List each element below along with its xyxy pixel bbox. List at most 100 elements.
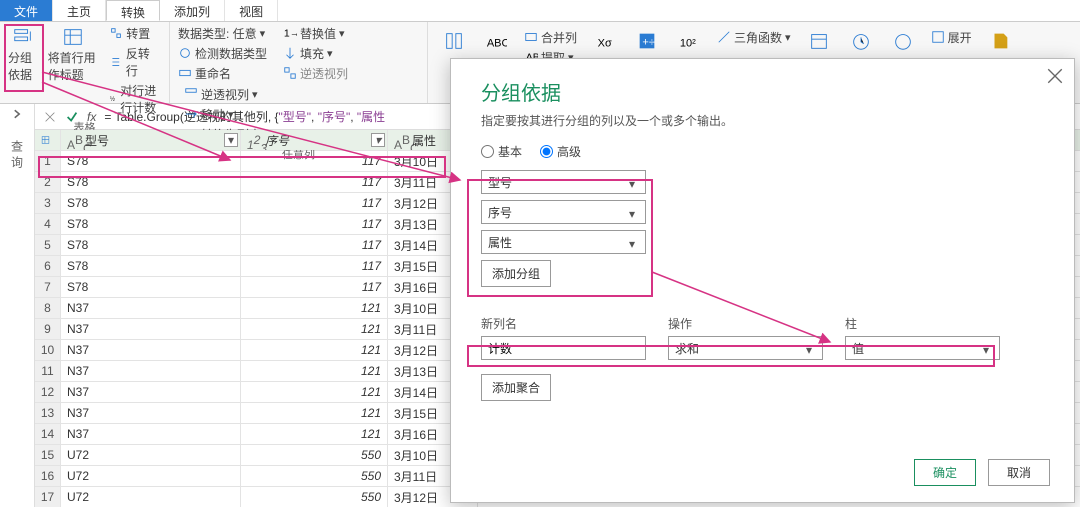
cell[interactable]: S78 bbox=[61, 256, 241, 276]
row-index: 13 bbox=[35, 403, 61, 423]
cancel-button[interactable]: 取消 bbox=[988, 459, 1050, 486]
op-select[interactable]: 求和▾ bbox=[668, 336, 823, 360]
cell[interactable]: 117 bbox=[241, 193, 388, 213]
group-select-1[interactable]: 型号▾ bbox=[481, 170, 646, 194]
rename-button[interactable]: 重命名 bbox=[174, 64, 271, 83]
ok-button[interactable]: 确定 bbox=[914, 459, 976, 486]
cell[interactable]: 121 bbox=[241, 424, 388, 444]
move-button[interactable]: 移动 ▾ bbox=[180, 105, 265, 124]
chevron-down-icon: ▾ bbox=[806, 343, 816, 353]
radio-advanced[interactable]: 高级 bbox=[540, 143, 581, 160]
cell[interactable]: 117 bbox=[241, 277, 388, 297]
format-icon: ABC bbox=[485, 30, 507, 52]
row-header-corner[interactable] bbox=[35, 130, 61, 150]
tab-addcol[interactable]: 添加列 bbox=[160, 0, 225, 21]
pivot-button[interactable]: 逆透视列 bbox=[279, 64, 352, 83]
cell[interactable]: 117 bbox=[241, 172, 388, 192]
tab-transform[interactable]: 转换 bbox=[106, 0, 160, 21]
cell[interactable]: S78 bbox=[61, 214, 241, 234]
cell[interactable]: 121 bbox=[241, 319, 388, 339]
newcol-input[interactable] bbox=[481, 336, 646, 360]
count-rows-button[interactable]: ½对行进行计数 bbox=[105, 81, 165, 117]
unpivot-button[interactable]: 逆透视列 ▾ bbox=[180, 85, 265, 104]
cell[interactable]: 121 bbox=[241, 340, 388, 360]
add-group-button[interactable]: 添加分组 bbox=[481, 260, 551, 287]
cell[interactable]: 550 bbox=[241, 466, 388, 486]
cell[interactable]: 121 bbox=[241, 403, 388, 423]
replace-button[interactable]: 1→2替换值 ▾ bbox=[279, 24, 352, 43]
cell[interactable]: N37 bbox=[61, 382, 241, 402]
unpivot-icon bbox=[184, 87, 198, 101]
radio-basic[interactable]: 基本 bbox=[481, 143, 522, 160]
row-index: 5 bbox=[35, 235, 61, 255]
group-by-button[interactable]: 分组依据 bbox=[4, 24, 42, 117]
split-icon bbox=[443, 30, 465, 52]
cell[interactable]: 117 bbox=[241, 235, 388, 255]
cell[interactable]: S78 bbox=[61, 172, 241, 192]
close-icon[interactable] bbox=[1046, 67, 1064, 85]
cell[interactable]: U72 bbox=[61, 445, 241, 465]
cell[interactable]: 550 bbox=[241, 445, 388, 465]
trig-icon bbox=[717, 30, 731, 44]
fill-icon bbox=[283, 46, 297, 60]
cell[interactable]: 121 bbox=[241, 382, 388, 402]
table-icon bbox=[62, 26, 84, 48]
col-select[interactable]: 值▾ bbox=[845, 336, 1000, 360]
chevron-down-icon: ▾ bbox=[629, 237, 639, 247]
count-icon: ½ bbox=[109, 92, 117, 106]
reverse-button[interactable]: 反转行 bbox=[105, 44, 165, 80]
time-icon bbox=[850, 30, 872, 52]
expand-button[interactable]: 展开 bbox=[927, 28, 976, 47]
gutter-label: 查询 bbox=[9, 140, 26, 172]
group-select-2[interactable]: 序号▾ bbox=[481, 200, 646, 224]
cell[interactable]: N37 bbox=[61, 340, 241, 360]
date-icon bbox=[808, 30, 830, 52]
query-gutter[interactable]: 查询 bbox=[0, 104, 35, 507]
group-by-dialog: 分组依据 指定要按其进行分组的列以及一个或多个输出。 基本 高级 型号▾ 序号▾… bbox=[450, 58, 1075, 503]
col-label: 柱 bbox=[845, 315, 1000, 332]
tab-file[interactable]: 文件 bbox=[0, 0, 53, 21]
tab-home[interactable]: 主页 bbox=[53, 0, 106, 21]
cell[interactable]: 117 bbox=[241, 256, 388, 276]
tab-view[interactable]: 视图 bbox=[225, 0, 278, 21]
cell[interactable]: S78 bbox=[61, 193, 241, 213]
cell[interactable]: 550 bbox=[241, 487, 388, 507]
col-header-b[interactable]: 123序号▾ bbox=[241, 130, 388, 150]
group-select-3[interactable]: 属性▾ bbox=[481, 230, 646, 254]
chevron-down-icon: ▾ bbox=[983, 343, 993, 353]
add-agg-button[interactable]: 添加聚合 bbox=[481, 374, 551, 401]
svg-text:½: ½ bbox=[110, 95, 115, 102]
fill-button[interactable]: 填充 ▾ bbox=[279, 44, 352, 63]
detect-button[interactable]: 检测数据类型 bbox=[174, 44, 271, 63]
row-index: 1 bbox=[35, 151, 61, 171]
cell[interactable]: 121 bbox=[241, 361, 388, 381]
trig-button[interactable]: 三角函数 ▾ bbox=[713, 28, 795, 47]
newcol-label: 新列名 bbox=[481, 315, 646, 332]
cell[interactable]: N37 bbox=[61, 361, 241, 381]
use-header-button[interactable]: 将首行用作标题 bbox=[44, 24, 104, 117]
filter-dropdown-icon[interactable]: ▾ bbox=[371, 133, 385, 147]
cell[interactable]: U72 bbox=[61, 466, 241, 486]
cell[interactable]: S78 bbox=[61, 235, 241, 255]
filter-dropdown-icon[interactable]: ▾ bbox=[224, 133, 238, 147]
cell[interactable]: S78 bbox=[61, 277, 241, 297]
svg-text:10²: 10² bbox=[680, 38, 696, 50]
cell[interactable]: 117 bbox=[241, 214, 388, 234]
cell[interactable]: N37 bbox=[61, 403, 241, 423]
cell[interactable]: U72 bbox=[61, 487, 241, 507]
merge-icon bbox=[524, 30, 538, 44]
transpose-icon bbox=[109, 26, 123, 40]
use-header-label: 将首行用作标题 bbox=[48, 49, 100, 83]
cell[interactable]: 121 bbox=[241, 298, 388, 318]
transpose-button[interactable]: 转置 bbox=[105, 24, 165, 43]
row-index: 8 bbox=[35, 298, 61, 318]
dtype-button[interactable]: 数据类型: 任意 ▾ bbox=[174, 24, 271, 43]
svg-text:+÷: +÷ bbox=[642, 37, 654, 49]
row-index: 15 bbox=[35, 445, 61, 465]
cell[interactable]: N37 bbox=[61, 319, 241, 339]
cell[interactable]: N37 bbox=[61, 424, 241, 444]
cell[interactable]: N37 bbox=[61, 298, 241, 318]
svg-text:ABC: ABC bbox=[487, 38, 507, 50]
col-header-a[interactable]: ABC型号▾ bbox=[61, 130, 241, 150]
merge-button[interactable]: 合并列 bbox=[520, 28, 581, 47]
